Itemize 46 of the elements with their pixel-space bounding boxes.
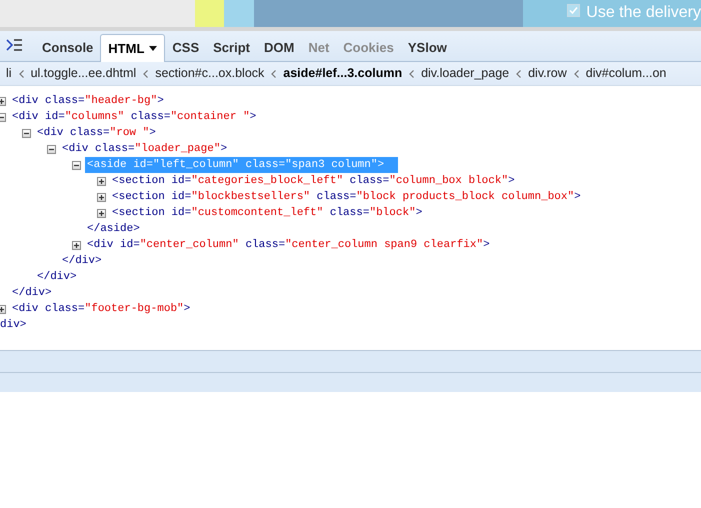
element-tag[interactable]: <div class="header-bg">: [10, 93, 166, 109]
collapse-toggle-icon[interactable]: [47, 144, 56, 154]
breadcrumb-item[interactable]: aside#lef...3.column: [283, 64, 402, 83]
breadcrumb-item[interactable]: ul.toggle...ee.dhtml: [30, 64, 136, 83]
element-tag[interactable]: <section id="customcontent_left" class="block">: [110, 205, 424, 221]
element-tag[interactable]: <div id="columns" class="container ">: [10, 109, 258, 125]
breadcrumb-item[interactable]: li: [6, 64, 12, 83]
element-tag[interactable]: <div class="row ">: [35, 125, 158, 141]
element-tag[interactable]: <section id="blockbestsellers" class="block products_block column_box">: [110, 189, 583, 205]
expand-toggle-icon[interactable]: [97, 176, 106, 186]
closing-tag: </div>: [10, 284, 54, 302]
chevron-left-icon: [409, 70, 414, 78]
closing-tag: </div>: [60, 252, 104, 270]
element-tag[interactable]: <div id="center_column" class="center_column span9 clearfix">: [85, 237, 492, 253]
highlight-block: [194, 0, 224, 27]
dropdown-caret-icon[interactable]: [149, 46, 158, 51]
closing-tag: div>: [0, 316, 26, 334]
panel-tab[interactable]: YSlow: [400, 34, 454, 61]
closing-tag: </aside>: [85, 220, 142, 238]
chevron-left-icon: [516, 70, 522, 78]
breadcrumb-item[interactable]: div#colum...on: [586, 64, 666, 83]
chevron-left-icon: [271, 70, 276, 78]
chevron-left-icon: [18, 70, 24, 78]
element-tag[interactable]: <section id="categories_block_left" class="column_box block">: [110, 173, 517, 189]
element-tag[interactable]: <div class="loader_page">: [60, 141, 230, 157]
checkbox[interactable]: [567, 4, 580, 17]
panel-tab[interactable]: CSS: [165, 34, 206, 61]
panel-tab[interactable]: DOM: [256, 34, 302, 61]
chevron-left-icon: [574, 70, 579, 78]
panel-tab[interactable]: Console: [35, 34, 100, 61]
checkbox-label: Use the delivery: [586, 3, 701, 23]
breadcrumb-item[interactable]: section#c...ox.block: [155, 64, 264, 83]
closing-tag: </div>: [35, 268, 79, 286]
element-tag[interactable]: <div class="footer-bg-mob">: [10, 301, 192, 317]
collapse-toggle-icon[interactable]: [22, 128, 31, 138]
expand-toggle-icon[interactable]: [72, 240, 81, 250]
breadcrumb-item[interactable]: div.row: [528, 64, 567, 83]
expand-toggle-icon[interactable]: [97, 192, 106, 202]
expand-toggle-icon[interactable]: [97, 208, 106, 218]
panel-tab[interactable]: HTML: [100, 34, 166, 62]
color-block: [224, 0, 254, 27]
collapse-toggle-icon[interactable]: [72, 160, 81, 170]
breadcrumb-item[interactable]: div.loader_page: [421, 64, 510, 83]
chevron-left-icon: [143, 70, 148, 78]
panel-tab[interactable]: Script: [206, 34, 257, 61]
command-line-icon[interactable]: [6, 39, 23, 51]
